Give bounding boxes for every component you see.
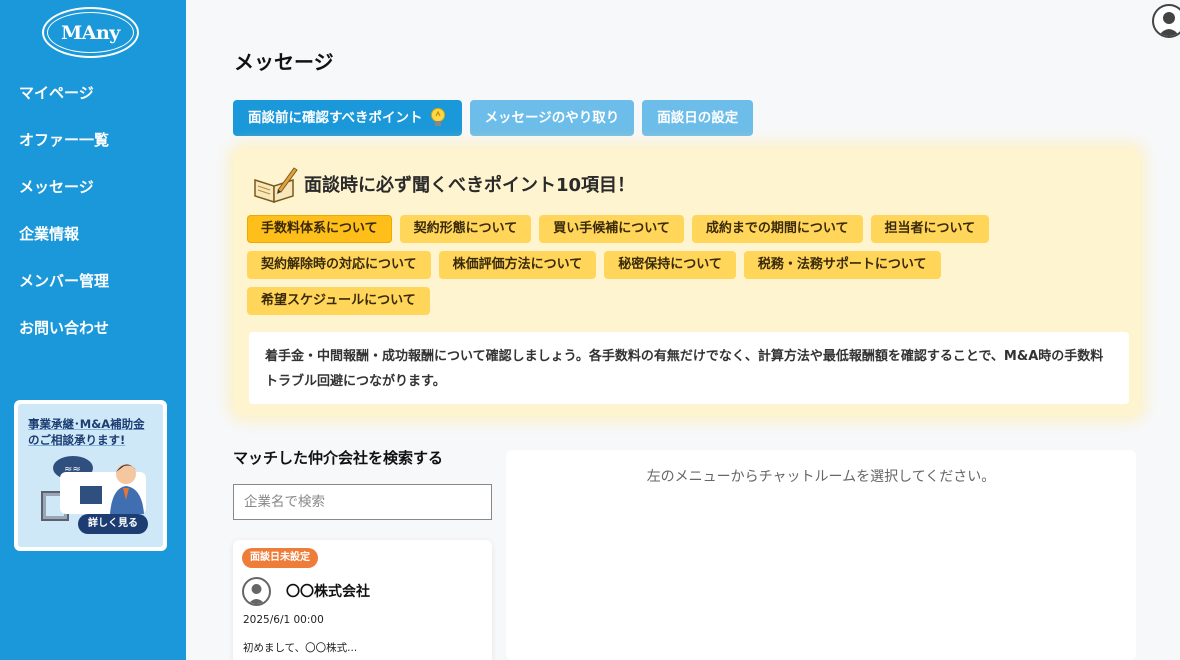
tab-label: 面談前に確認すべきポイント [248, 110, 423, 126]
sidebar-item-offers[interactable]: オファー一覧 [0, 125, 186, 172]
company-avatar-icon [242, 577, 271, 606]
company-search-input[interactable] [233, 484, 492, 520]
chip-row: 希望スケジュールについて [247, 287, 1127, 315]
chip-buyer-candidates[interactable]: 買い手候補について [539, 215, 684, 243]
logo-ring [47, 12, 134, 53]
chip-closing-period[interactable]: 成約までの期間について [691, 215, 863, 243]
user-avatar-icon[interactable] [1152, 4, 1180, 38]
point-description: 着手金・中間報酬・成功報酬について確認しましょう。各手数料の有無だけでなく、計算… [249, 332, 1129, 404]
chip-contract-type[interactable]: 契約形態について [399, 215, 532, 243]
sidebar-item-company-info[interactable]: 企業情報 [0, 219, 186, 266]
points-title: 面談時に必ず聞くべきポイント10項目！ [304, 175, 636, 196]
chip-fee-structure[interactable]: 手数料体系について [247, 215, 392, 243]
page-title: メッセージ [234, 50, 334, 74]
logo[interactable]: MAny [42, 7, 139, 58]
points-header: 面談時に必ず聞くべきポイント10項目！ [252, 164, 635, 204]
message-preview: 初めまして、〇〇株式... [243, 642, 358, 654]
point-chips: 手数料体系について 契約形態について 買い手候補について 成約までの期間について… [247, 215, 1127, 323]
tab-points-before-meeting[interactable]: 面談前に確認すべきポイント [233, 100, 462, 136]
person-icon [248, 584, 265, 604]
banner-inner: 事業承継･M&A補助金 のご相談承ります! ≈≈ 詳しく見る [18, 404, 163, 547]
search-label: マッチした仲介会社を検索する [233, 449, 444, 467]
sidebar: MAny マイページ オファー一覧 メッセージ 企業情報 メンバー管理 お問い合… [0, 0, 186, 660]
book-pen-icon [254, 167, 298, 204]
meeting-points-panel: 面談時に必ず聞くべきポイント10項目！ 手数料体系について 契約形態について 買… [234, 148, 1140, 416]
banner-title: 事業承継･M&A補助金 のご相談承ります! [28, 416, 145, 448]
sidebar-item-mypage[interactable]: マイページ [0, 78, 186, 125]
chip-row: 手数料体系について 契約形態について 買い手候補について 成約までの期間について… [247, 215, 1127, 243]
tab-meeting-date-setting[interactable]: 面談日の設定 [642, 100, 754, 136]
message-timestamp: 2025/6/1 00:00 [243, 614, 324, 626]
chat-panel: 左のメニューからチャットルームを選択してください。 [506, 450, 1136, 660]
sidebar-nav: マイページ オファー一覧 メッセージ 企業情報 メンバー管理 お問い合わせ [0, 78, 186, 360]
chip-stock-valuation[interactable]: 株価評価方法について [438, 251, 597, 279]
subsidy-banner[interactable]: 事業承継･M&A補助金 のご相談承ります! ≈≈ 詳しく見る [14, 400, 167, 551]
chip-confidentiality[interactable]: 秘密保持について [604, 251, 736, 279]
sidebar-item-member-management[interactable]: メンバー管理 [0, 266, 186, 313]
chip-row: 契約解除時の対応について 株価評価方法について 秘密保持について 税務・法務サポ… [247, 251, 1127, 279]
tab-bar: 面談前に確認すべきポイント メッセージのやり取り 面談日の設定 [233, 100, 754, 136]
chip-person-in-charge[interactable]: 担当者について [870, 215, 990, 243]
tab-message-exchange[interactable]: メッセージのやり取り [469, 100, 635, 136]
banner-details-button[interactable]: 詳しく見る [78, 514, 148, 534]
company-name: 〇〇株式会社 [286, 584, 370, 600]
sidebar-item-messages[interactable]: メッセージ [0, 172, 186, 219]
chip-desired-schedule[interactable]: 希望スケジュールについて [247, 287, 430, 315]
lightbulb-icon [430, 108, 445, 126]
status-badge: 面談日未設定 [242, 548, 318, 568]
chat-room-card[interactable]: 面談日未設定 〇〇株式会社 2025/6/1 00:00 初めまして、〇〇株式.… [233, 540, 492, 660]
banner-title-line2: のご相談承ります! [28, 433, 126, 447]
chip-contract-termination[interactable]: 契約解除時の対応について [247, 251, 431, 279]
banner-title-line1: 事業承継･M&A補助金 [28, 417, 145, 431]
sidebar-item-contact[interactable]: お問い合わせ [0, 313, 186, 360]
chat-empty-message: 左のメニューからチャットルームを選択してください。 [646, 469, 996, 485]
chip-tax-legal-support[interactable]: 税務・法務サポートについて [743, 251, 941, 279]
person-icon [1158, 12, 1180, 36]
